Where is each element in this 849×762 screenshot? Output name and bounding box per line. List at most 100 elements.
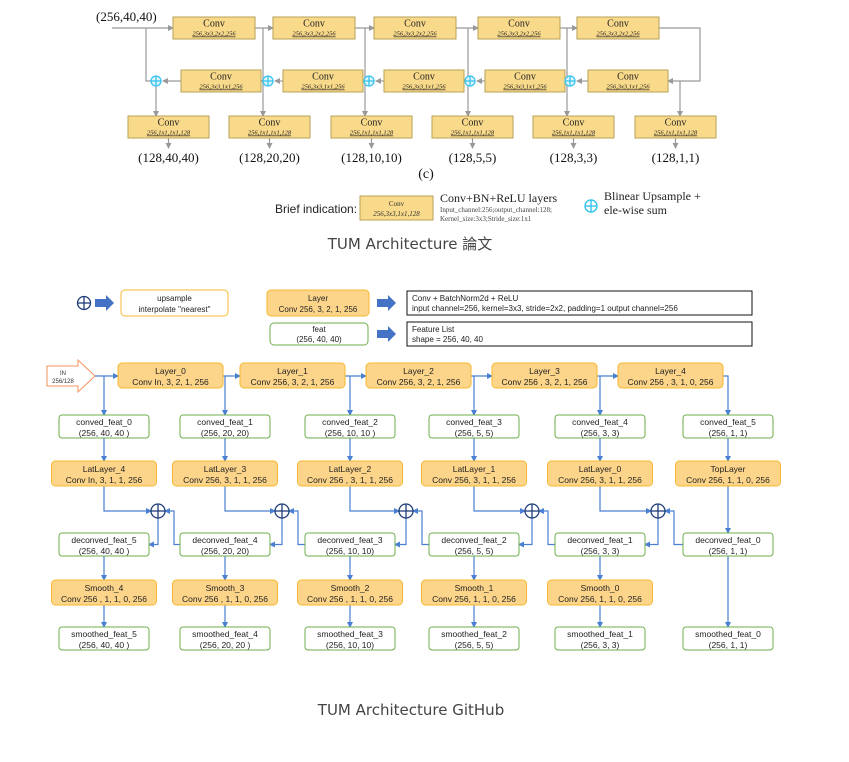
smooth-layer-box-3-title: Smooth_1 [455, 583, 494, 593]
deconved-feat-box-3: deconved_feat_2(256, 5, 5) [428, 532, 520, 557]
plus-to-deconved-connector [148, 518, 159, 548]
layer-box-2-params: Conv 256, 3, 2, 1, 256 [377, 377, 461, 387]
smooth-layer-box-1-params: Conv 256 , 1, 1, 0, 256 [182, 594, 268, 604]
layer-legend-desc-1: Conv + BatchNorm2d + ReLU [412, 294, 518, 303]
deconved-feat-box-5: deconved_feat_0(256, 1, 1) [682, 532, 774, 557]
paper-legend-conv-desc-1: Input_channel:256;output_channel:128; [440, 206, 552, 214]
smoothed-feat-box-3: smoothed_feat_2(256, 5, 5) [428, 626, 520, 651]
upsample-sum-plus-icon [150, 75, 162, 87]
layer-box-0: Layer_0Conv In, 3, 2, 1, 256 [117, 362, 224, 389]
conved-feat-box-3-params: (256, 5, 5) [455, 428, 494, 438]
layer-box-4: Layer_4Conv 256 , 3, 1, 0, 256 [617, 362, 724, 389]
upsample-plus-icon [524, 503, 540, 519]
right-arrow-icon [95, 295, 114, 311]
deconved-feat-box-0: deconved_feat_5(256, 40, 40 ) [58, 532, 150, 557]
paper-caption: TUM Architecture 論文 [327, 235, 492, 253]
paper-bottom-conv-4: Conv256,1x1,1x1,128 [532, 115, 615, 139]
deconved-feat-box-0-title: deconved_feat_5 [71, 535, 136, 545]
lat-layer-box-0-title: LatLayer_4 [83, 464, 126, 474]
layer-box-1: Layer_1Conv 256, 3, 2, 1, 256 [239, 362, 346, 389]
smoothed-feat-box-3-params: (256, 5, 5) [455, 640, 494, 650]
smooth-layer-box-2-title: Smooth_2 [331, 583, 370, 593]
github-diagram: upsample interpolate "nearest" Layer Con… [46, 289, 781, 719]
smooth-layer-box-4-title: Smooth_0 [581, 583, 620, 593]
upsample-sum-plus-icon [464, 75, 476, 87]
conved-feat-box-5-params: (256, 1, 1) [709, 428, 748, 438]
smooth-layer-box-0-params: Conv 256 , 1, 1, 0, 256 [61, 594, 147, 604]
conved-feat-box-4-title: conved_feat_4 [572, 417, 628, 427]
paper-legend-plus-line-2: ele-wise sum [604, 203, 668, 217]
lat-layer-box-5: TopLayerConv 256, 1, 1, 0, 256 [675, 460, 781, 487]
deconved-feat-box-3-params: (256, 5, 5) [455, 546, 494, 556]
layer-box-4-title: Layer_4 [655, 366, 686, 376]
github-boxes: Layer_0Conv In, 3, 2, 1, 256 Layer_1Conv … [51, 362, 781, 651]
smooth-layer-box-4: Smooth_0Conv 256, 1, 1, 0, 256 [547, 579, 653, 606]
conved-feat-box-0: conved_feat_0(256, 40, 40 ) [58, 414, 150, 439]
paper-bottom-conv-0: Conv256,1x1,1x1,128 [127, 115, 210, 139]
smoothed-feat-box-1: smoothed_feat_4(256, 20, 20 ) [179, 626, 271, 651]
tum-architecture-figure: Conv256,3x3,2x2,256Conv256,3x3,2x2,256Co… [46, 9, 781, 719]
smoothed-feat-box-2: smoothed_feat_3(256, 10, 10) [304, 626, 396, 651]
plus-icon [584, 199, 598, 213]
deconved-feat-box-4: deconved_feat_1(256, 3, 3) [554, 532, 646, 557]
conved-feat-box-5-title: conved_feat_5 [700, 417, 756, 427]
paper-top-conv-0: Conv256,3x3,2x2,256 [172, 16, 256, 40]
lat-layer-box-1-params: Conv 256, 3, 1, 1, 256 [183, 475, 267, 485]
paper-mid-conv-3-params: 256,3x3,1x1,256 [503, 84, 547, 91]
paper-bottom-conv-3: Conv256,1x1,1x1,128 [431, 115, 514, 139]
paper-diagram: Conv256,3x3,2x2,256Conv256,3x3,2x2,256Co… [96, 9, 717, 253]
lat-to-plus-connector [599, 486, 652, 514]
lat-layer-box-2-params: Conv 256 , 3, 1, 1, 256 [307, 475, 393, 485]
paper-top-conv-4: Conv256,3x3,2x2,256 [576, 16, 660, 40]
deconved-feat-box-2-params: (256, 10, 10) [326, 546, 374, 556]
smooth-layer-box-0-title: Smooth_4 [85, 583, 124, 593]
deconved-to-plus-connector [538, 508, 555, 546]
input-arrow: IN 256/128 [46, 358, 96, 394]
paper-top-conv-1-title: Conv [303, 19, 325, 30]
plus-icon [76, 295, 92, 311]
layer-box-0-title: Layer_0 [155, 366, 186, 376]
paper-bottom-conv-1: Conv256,1x1,1x1,128 [228, 115, 311, 139]
upsample-plus-icon [398, 503, 414, 519]
lat-layer-box-3-params: Conv 256, 3, 1, 1, 256 [432, 475, 516, 485]
smoothed-feat-box-0: smoothed_feat_5(256, 40, 40 ) [58, 626, 150, 651]
conved-feat-box-2-title: conved_feat_2 [322, 417, 378, 427]
paper-output-label: (128,40,40) [138, 150, 199, 165]
right-arrow-icon [377, 326, 396, 342]
paper-top-conv-1-params: 256,3x3,2x2,256 [292, 31, 336, 38]
lat-to-plus-connector [224, 486, 276, 514]
paper-mid-conv-4-title: Conv [617, 72, 639, 83]
lat-layer-box-2: LatLayer_2Conv 256 , 3, 1, 1, 256 [297, 460, 403, 487]
feat-legend-shape: (256, 40, 40) [296, 335, 342, 344]
layer-legend-desc-2: input channel=256, kernel=3x3, stride=2x… [412, 304, 678, 313]
deconved-to-plus-connector [412, 508, 429, 546]
paper-mid-conv-2: Conv256,3x3,1x1,256 [383, 69, 465, 93]
paper-bottom-conv-5: Conv256,1x1,1x1,128 [634, 115, 717, 139]
smoothed-feat-box-0-title: smoothed_feat_5 [71, 629, 137, 639]
plus-to-deconved-connector [394, 518, 407, 548]
paper-top-conv-3-params: 256,3x3,2x2,256 [497, 31, 541, 38]
smoothed-feat-box-5: smoothed_feat_0(256, 1, 1) [682, 626, 774, 651]
paper-mid-conv-2-title: Conv [413, 72, 435, 83]
paper-mid-conv-3-title: Conv [514, 72, 536, 83]
paper-mid-conv-1-title: Conv [312, 72, 334, 83]
paper-output-label: (128,1,1) [652, 150, 700, 165]
layer-box-3: Layer_3Conv 256 , 3, 2, 1, 256 [491, 362, 598, 389]
lat-layer-box-5-title: TopLayer [711, 464, 746, 474]
paper-bottom-conv-3-params: 256,1x1,1x1,128 [451, 130, 495, 137]
layer-box-3-title: Layer_3 [529, 366, 560, 376]
deconved-feat-box-0-params: (256, 40, 40 ) [79, 546, 130, 556]
input-label-line-1: IN [60, 371, 66, 377]
paper-top-conv-3: Conv256,3x3,2x2,256 [477, 16, 561, 40]
smoothed-feat-box-4: smoothed_feat_1(256, 3, 3) [554, 626, 646, 651]
paper-legend-conv-desc-2: Kernel_size:3x3;Stride_size:1x1 [440, 215, 532, 223]
lat-layer-box-4: LatLayer_0Conv 256, 3, 1, 1, 256 [547, 460, 653, 487]
github-caption: TUM Architecture GitHub [317, 701, 504, 719]
deconved-feat-box-2: deconved_feat_3(256, 10, 10) [304, 532, 396, 557]
paper-bottom-conv-0-title: Conv [158, 118, 180, 129]
paper-legend-plus-line-1: Blinear Upsample + [604, 189, 701, 203]
conved-feat-box-5: conved_feat_5(256, 1, 1) [682, 414, 774, 439]
paper-legend-conv-title: Conv+BN+ReLU layers [440, 191, 558, 205]
smoothed-feat-box-5-title: smoothed_feat_0 [695, 629, 761, 639]
lat-layer-box-0-params: Conv In, 3, 1, 1, 256 [66, 475, 143, 485]
